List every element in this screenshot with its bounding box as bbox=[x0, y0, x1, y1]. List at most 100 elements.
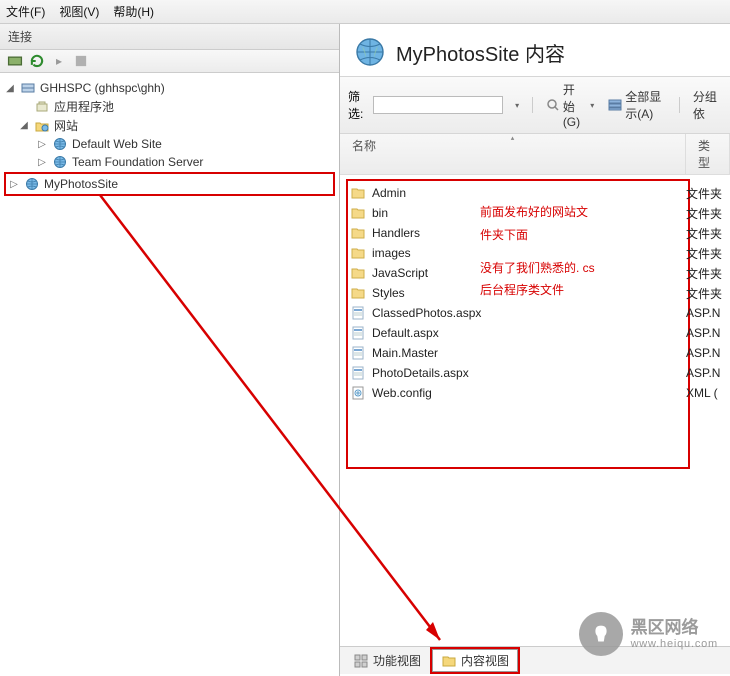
file-type: 文件夹 bbox=[686, 205, 730, 222]
watermark-title: 黑区网络 bbox=[631, 617, 718, 638]
features-view-icon bbox=[353, 653, 369, 669]
globe-icon bbox=[52, 136, 68, 152]
nav-up-icon[interactable]: ▸ bbox=[50, 53, 68, 69]
file-name: Styles bbox=[372, 286, 405, 300]
connections-toolbar: ▸ bbox=[0, 50, 339, 73]
menu-bar: 文件(F) 视图(V) 帮助(H) bbox=[0, 0, 730, 24]
file-list-area: Admin 文件夹 bin 文件夹 Handlers 文件夹 images 文件夹 JavaSc… bbox=[340, 175, 730, 676]
tree-site-label: Team Foundation Server bbox=[72, 155, 203, 169]
file-icon bbox=[350, 265, 366, 281]
file-name: images bbox=[372, 246, 411, 260]
expand-icon[interactable]: ▷ bbox=[8, 179, 20, 190]
menu-view[interactable]: 视图(V) bbox=[59, 3, 99, 20]
tree-root-label: GHHSPC (ghhspc\ghh) bbox=[40, 81, 165, 95]
file-name: bin bbox=[372, 206, 388, 220]
showall-button[interactable]: 全部显示(A) bbox=[604, 87, 670, 123]
collapse-icon[interactable]: ◢ bbox=[18, 120, 30, 131]
file-type: XML ( bbox=[686, 386, 730, 400]
content-view-icon bbox=[441, 653, 457, 669]
sort-asc-icon: ▴ bbox=[511, 134, 515, 142]
connections-tree: ◢ GHHSPC (ghhspc\ghh) 应用程序池 ◢ 网站 ▷ Defau… bbox=[0, 73, 339, 676]
file-icon bbox=[350, 305, 366, 321]
file-icon bbox=[350, 185, 366, 201]
collapse-icon[interactable]: ◢ bbox=[4, 83, 16, 94]
watermark-url: www.heiqu.com bbox=[631, 638, 718, 652]
sites-folder-icon bbox=[34, 118, 50, 134]
go-icon bbox=[546, 97, 560, 113]
file-icon bbox=[350, 205, 366, 221]
go-button[interactable]: 开始(G)▾ bbox=[542, 80, 598, 130]
file-name: ClassedPhotos.aspx bbox=[372, 306, 481, 320]
tree-site-label: MyPhotosSite bbox=[44, 177, 118, 191]
refresh-icon[interactable] bbox=[28, 53, 46, 69]
connections-header: 连接 bbox=[0, 24, 339, 50]
groupby-button[interactable]: 分组依 bbox=[689, 87, 722, 123]
file-type: 文件夹 bbox=[686, 185, 730, 202]
connect-icon[interactable] bbox=[6, 53, 24, 69]
file-type: 文件夹 bbox=[686, 225, 730, 242]
file-name: JavaScript bbox=[372, 266, 428, 280]
expand-icon[interactable]: ▷ bbox=[36, 157, 48, 168]
file-icon bbox=[350, 245, 366, 261]
tree-apppool-label: 应用程序池 bbox=[54, 98, 114, 115]
file-type: ASP.N bbox=[686, 326, 730, 340]
file-name: PhotoDetails.aspx bbox=[372, 366, 469, 380]
file-row[interactable]: Web.config XML ( bbox=[350, 383, 730, 403]
menu-help[interactable]: 帮助(H) bbox=[113, 3, 154, 20]
file-name: Main.Master bbox=[372, 346, 438, 360]
file-type: ASP.N bbox=[686, 346, 730, 360]
file-type: ASP.N bbox=[686, 366, 730, 380]
file-icon bbox=[350, 345, 366, 361]
file-type: ASP.N bbox=[686, 306, 730, 320]
filter-toolbar: 筛选: ▾ 开始(G)▾ 全部显示(A) 分组依 bbox=[340, 76, 730, 134]
annotation-text: 前面发布好的网站文 件夹下面 没有了我们熟悉的. cs 后台程序类文件 bbox=[480, 201, 595, 302]
filter-label: 筛选: bbox=[348, 88, 367, 122]
filter-dropdown[interactable]: ▾ bbox=[509, 100, 523, 111]
file-name: Web.config bbox=[372, 386, 432, 400]
filter-input[interactable] bbox=[373, 96, 503, 114]
apppool-icon bbox=[34, 99, 50, 115]
server-icon bbox=[20, 80, 36, 96]
tree-site-myphotos[interactable]: ▷ MyPhotosSite bbox=[4, 172, 335, 196]
file-name: Admin bbox=[372, 186, 406, 200]
tree-sites-label: 网站 bbox=[54, 117, 78, 134]
content-title-row: MyPhotosSite 内容 bbox=[340, 24, 730, 76]
file-icon bbox=[350, 285, 366, 301]
globe-icon bbox=[52, 154, 68, 170]
stop-icon[interactable] bbox=[72, 53, 90, 69]
file-row[interactable]: PhotoDetails.aspx ASP.N bbox=[350, 363, 730, 383]
watermark: 黑区网络 www.heiqu.com bbox=[579, 612, 718, 656]
file-icon bbox=[350, 385, 366, 401]
col-name[interactable]: 名称 ▴ bbox=[340, 134, 686, 174]
tree-sites[interactable]: ◢ 网站 bbox=[4, 116, 335, 135]
watermark-logo bbox=[579, 612, 623, 656]
file-name: Handlers bbox=[372, 226, 420, 240]
file-row[interactable]: ClassedPhotos.aspx ASP.N bbox=[350, 303, 730, 323]
menu-file[interactable]: 文件(F) bbox=[6, 3, 45, 20]
tree-site-tfs[interactable]: ▷ Team Foundation Server bbox=[4, 153, 335, 171]
showall-icon bbox=[608, 97, 622, 113]
file-row[interactable]: Default.aspx ASP.N bbox=[350, 323, 730, 343]
expand-icon[interactable]: ▷ bbox=[36, 139, 48, 150]
file-icon bbox=[350, 225, 366, 241]
file-name: Default.aspx bbox=[372, 326, 439, 340]
file-icon bbox=[350, 325, 366, 341]
file-type: 文件夹 bbox=[686, 285, 730, 302]
content-title: MyPhotosSite 内容 bbox=[396, 38, 565, 67]
file-type: 文件夹 bbox=[686, 245, 730, 262]
tree-apppool[interactable]: 应用程序池 bbox=[4, 97, 335, 116]
tab-content-view[interactable]: 内容视图 bbox=[432, 649, 518, 672]
content-panel: MyPhotosSite 内容 筛选: ▾ 开始(G)▾ 全部显示(A) 分组依… bbox=[340, 24, 730, 676]
file-type: 文件夹 bbox=[686, 265, 730, 282]
tree-root[interactable]: ◢ GHHSPC (ghhspc\ghh) bbox=[4, 79, 335, 97]
globe-icon bbox=[24, 176, 40, 192]
tree-site-label: Default Web Site bbox=[72, 137, 162, 151]
list-header: 名称 ▴ 类型 bbox=[340, 134, 730, 175]
col-type[interactable]: 类型 bbox=[686, 134, 730, 174]
file-row[interactable]: Main.Master ASP.N bbox=[350, 343, 730, 363]
tab-features-view[interactable]: 功能视图 bbox=[344, 649, 430, 672]
globe-icon bbox=[354, 36, 386, 68]
tree-site-default[interactable]: ▷ Default Web Site bbox=[4, 135, 335, 153]
connections-panel: 连接 ▸ ◢ GHHSPC (ghhspc\ghh) 应用程序池 ◢ 网站 bbox=[0, 24, 340, 676]
file-row[interactable]: Admin 文件夹 bbox=[350, 183, 730, 203]
